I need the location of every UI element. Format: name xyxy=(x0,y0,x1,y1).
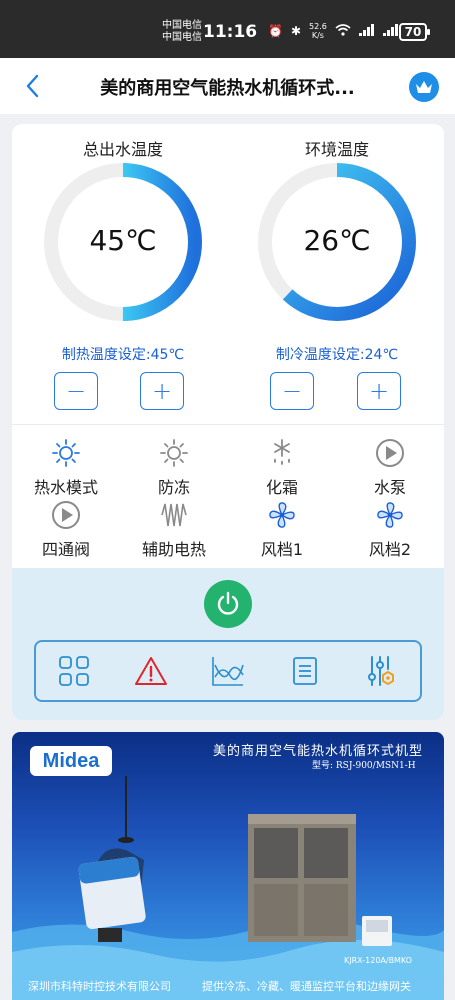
heater-icon xyxy=(161,503,187,527)
power-button[interactable] xyxy=(204,580,252,628)
banner-headline: 美的商用空气能热水机循环式机型 xyxy=(212,744,423,759)
cooling-decrease-button[interactable]: − xyxy=(270,372,314,410)
warning-icon xyxy=(135,657,168,685)
status-bar: 中国电信 中国电信 11:16 ⏰ ✱ 52.6 K/s 70 xyxy=(0,0,455,58)
heating-decrease-button[interactable]: − xyxy=(54,372,98,410)
fan-icon xyxy=(377,502,403,528)
gauge-title: 环境温度 xyxy=(304,140,369,159)
status-label: 化霜 xyxy=(265,478,298,497)
heating-setpoint-label: 制热温度设定:45℃ xyxy=(61,347,185,363)
sun-icon xyxy=(52,439,80,467)
bluetooth-icon: ✱ xyxy=(290,24,302,38)
title-bar: 美的商用空气能热水机循环式... xyxy=(0,58,455,114)
status-icons: ⏰ ✱ 52.6 K/s xyxy=(268,22,399,40)
status-water-pump: 水泵 xyxy=(340,438,440,498)
page-title: 美的商用空气能热水机循环式... xyxy=(100,78,355,99)
cooling-setpoint-label: 制冷温度设定:24℃ xyxy=(275,347,399,363)
alarm-icon: ⏰ xyxy=(268,24,283,38)
net-speed-unit: K/s xyxy=(311,31,324,40)
outlet-temperature-gauge: 总出水温度 45℃ xyxy=(38,136,208,326)
play-icon xyxy=(52,501,80,529)
status-defrost: 化霜 xyxy=(232,438,332,498)
status-label: 热水模式 xyxy=(33,478,98,497)
status-label: 防冻 xyxy=(157,478,190,497)
status-label: 四通阀 xyxy=(41,540,90,559)
status-label: 风档1 xyxy=(260,540,304,559)
device-panel: 总出水温度 45℃ 环境温度 26℃ 制热温度设定:45℃ 制冷温度设定:24℃… xyxy=(12,124,444,720)
vip-button[interactable] xyxy=(409,72,439,102)
brand-logo: Midea xyxy=(30,746,112,776)
banner-model: 型号: RSJ-900/MSN1-H xyxy=(312,761,416,771)
signal-icon xyxy=(358,23,375,39)
carrier-labels: 中国电信 中国电信 xyxy=(162,20,202,44)
control-area xyxy=(12,568,444,720)
gauge-title: 总出水温度 xyxy=(82,140,163,159)
list-icon xyxy=(292,657,317,685)
alarm-button[interactable] xyxy=(131,651,171,691)
wifi-icon xyxy=(335,23,351,39)
carrier-2: 中国电信 xyxy=(162,32,202,43)
grid-icon xyxy=(59,656,90,686)
carrier-1: 中国电信 xyxy=(162,20,202,31)
battery-indicator: 70 xyxy=(399,23,430,41)
status-four-way-valve: 四通阀 xyxy=(16,500,116,560)
play-icon xyxy=(376,439,404,467)
defrost-icon xyxy=(274,439,290,465)
function-toolbar xyxy=(34,640,422,702)
clock: 11:16 xyxy=(203,22,258,42)
banner-company: 深圳市科特时控技术有限公司 xyxy=(28,980,171,993)
crown-icon xyxy=(416,81,432,93)
divider xyxy=(12,424,444,425)
signal-icon-2 xyxy=(382,23,399,39)
status-fan-speed-2: 风档2 xyxy=(340,500,440,560)
fan-icon xyxy=(269,502,295,528)
net-speed: 52.6 K/s xyxy=(309,22,327,40)
status-fan-speed-1: 风档1 xyxy=(232,500,332,560)
chart-icon xyxy=(212,657,244,686)
sun-icon xyxy=(160,439,188,467)
grid-button[interactable] xyxy=(54,651,94,691)
status-label: 辅助电热 xyxy=(141,540,206,559)
chart-button[interactable] xyxy=(208,651,248,691)
cooling-increase-button[interactable]: + xyxy=(357,372,401,410)
status-label: 风档2 xyxy=(368,540,412,559)
status-antifreeze: 防冻 xyxy=(124,438,224,498)
records-button[interactable] xyxy=(285,651,325,691)
net-speed-value: 52.6 xyxy=(309,22,327,31)
product-banner[interactable]: Midea 美的商用空气能热水机循环式机型 型号: RSJ-900/MSN1-H… xyxy=(12,732,444,1000)
status-label: 水泵 xyxy=(373,478,406,497)
gauge-value: 26℃ xyxy=(303,224,371,257)
banner-service: 提供冷冻、冷藏、暖通监控平台和边缘网关 xyxy=(202,980,411,993)
status-auxiliary-heater: 辅助电热 xyxy=(124,500,224,560)
ambient-temperature-gauge: 环境温度 26℃ xyxy=(252,136,422,326)
gauge-value: 45℃ xyxy=(89,224,157,257)
status-hot-water-mode: 热水模式 xyxy=(16,438,116,498)
banner-product-code: KJRX-120A/BMKO xyxy=(344,956,413,965)
heating-increase-button[interactable]: + xyxy=(140,372,184,410)
parameters-button[interactable] xyxy=(362,651,402,691)
power-icon xyxy=(217,591,239,615)
settings-sliders-icon xyxy=(367,656,394,686)
